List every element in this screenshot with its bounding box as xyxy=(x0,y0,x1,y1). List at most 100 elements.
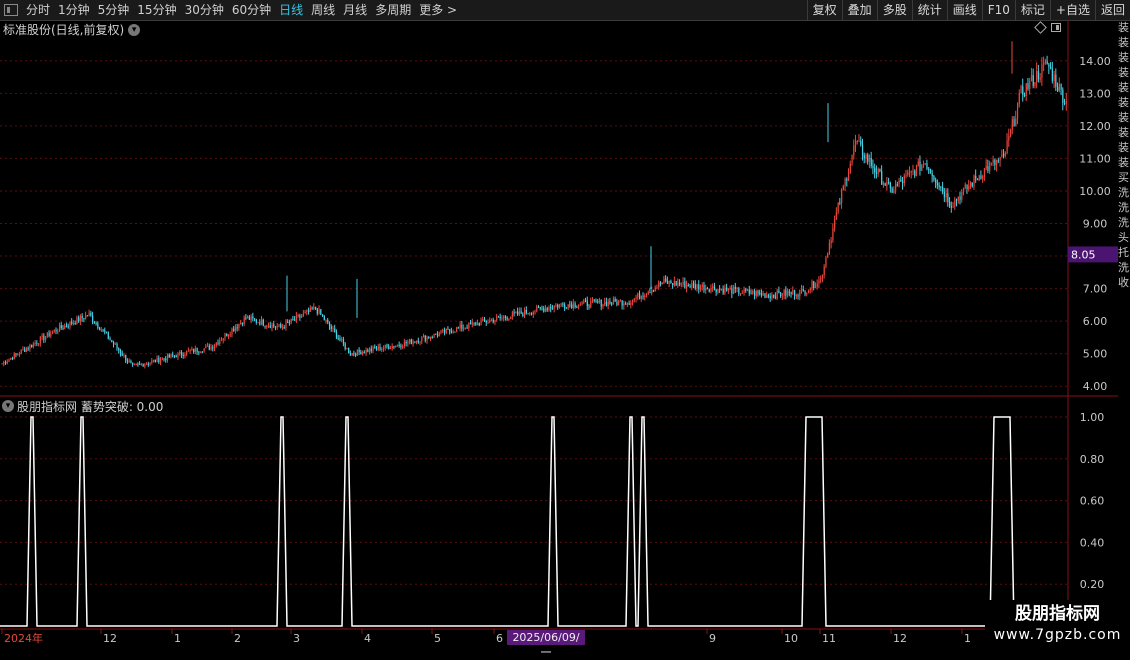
candle-body xyxy=(618,300,620,305)
price-tick-label: 12.00 xyxy=(1079,120,1111,133)
candle-body xyxy=(358,349,360,352)
candle-body xyxy=(461,324,463,329)
candle-body xyxy=(807,290,810,294)
candle-body xyxy=(20,349,22,354)
candle-body xyxy=(90,312,92,316)
right-side-panel[interactable]: 装装装装装装装装装装买洗洗洗头托洗收 xyxy=(1118,20,1130,630)
candle-body xyxy=(65,325,68,327)
candle-body xyxy=(703,284,705,291)
candle-body xyxy=(529,313,531,315)
candle-body xyxy=(639,293,641,299)
candle-body xyxy=(853,145,855,156)
signal-line xyxy=(0,416,1068,627)
candle-body xyxy=(966,184,968,189)
candle-body xyxy=(781,295,784,297)
candle-body xyxy=(607,301,609,306)
candle-body xyxy=(715,289,717,293)
candle-body xyxy=(919,161,921,171)
candle-body xyxy=(294,319,296,321)
candle-body xyxy=(447,328,449,330)
candle-body xyxy=(419,341,421,343)
candle-body xyxy=(360,351,362,355)
candle-body xyxy=(574,303,576,308)
chevron-down-icon[interactable]: ▾ xyxy=(2,400,14,412)
candle-body xyxy=(210,347,212,350)
candle-body xyxy=(471,322,473,325)
candle-body xyxy=(323,316,325,321)
candle-body xyxy=(450,331,453,333)
candle-body xyxy=(679,282,681,285)
candle-body xyxy=(954,199,956,207)
candle-body xyxy=(487,322,489,324)
candle-body xyxy=(870,157,872,167)
candle-body xyxy=(238,323,240,328)
candle-body xyxy=(362,352,364,355)
candle-body xyxy=(281,327,284,329)
candle-body xyxy=(734,287,737,289)
candle-body xyxy=(349,353,352,356)
candle-body xyxy=(1015,118,1017,127)
candle-body xyxy=(233,328,235,331)
candle-body xyxy=(787,291,789,296)
candle-body xyxy=(477,322,479,326)
candle-body xyxy=(10,357,12,360)
candle-body xyxy=(1043,63,1045,65)
candle-body xyxy=(882,183,885,185)
candle-body xyxy=(632,299,634,303)
candle-body xyxy=(693,283,695,285)
candle-body xyxy=(308,310,310,312)
price-tick-label: 14.00 xyxy=(1079,55,1111,68)
candle-body xyxy=(680,284,683,286)
candle-body xyxy=(88,312,90,317)
candle-body xyxy=(189,350,191,352)
candle-body xyxy=(863,155,865,159)
candle-body xyxy=(187,350,190,352)
candle-body xyxy=(813,281,815,288)
candle-body xyxy=(196,348,198,352)
candle-body xyxy=(553,305,555,309)
candle-body xyxy=(792,290,794,294)
candle-body xyxy=(1064,103,1066,105)
candle-body xyxy=(907,172,909,175)
candle-body xyxy=(668,280,670,284)
candle-body xyxy=(947,193,949,202)
candle-body xyxy=(1041,64,1043,78)
current-price-label: 8.05 xyxy=(1071,248,1096,261)
candle-body xyxy=(191,348,193,351)
candle-body xyxy=(814,286,817,288)
candle-body xyxy=(269,325,271,328)
candle-body xyxy=(842,185,845,190)
candle-body xyxy=(722,288,724,294)
candle-body xyxy=(557,305,559,308)
candle-body xyxy=(743,288,745,293)
candle-body xyxy=(774,296,777,299)
candle-body xyxy=(85,315,87,319)
candle-body xyxy=(328,322,331,327)
candle-body xyxy=(146,363,148,365)
candle-body xyxy=(616,301,618,305)
candle-body xyxy=(891,187,893,193)
candle-body xyxy=(220,340,223,342)
candle-body xyxy=(13,353,15,360)
candle-body xyxy=(140,364,143,366)
candle-body xyxy=(494,320,496,323)
candle-body xyxy=(560,303,562,305)
candle-body xyxy=(46,332,48,337)
candle-body xyxy=(776,290,778,299)
candle-body xyxy=(699,287,702,290)
date-label: 1 xyxy=(174,632,181,645)
candle-body xyxy=(250,316,252,320)
candle-body xyxy=(429,337,432,339)
candle-body xyxy=(1010,129,1012,136)
candle-body xyxy=(1013,119,1015,127)
candle-body xyxy=(264,325,266,327)
candle-body xyxy=(649,292,651,294)
candle-body xyxy=(320,309,322,315)
candle-body xyxy=(783,290,785,296)
candle-body xyxy=(128,361,130,363)
candle-body xyxy=(818,279,820,284)
candle-body xyxy=(62,328,64,330)
candle-body xyxy=(184,354,186,356)
candle-body xyxy=(936,182,939,186)
candle-body xyxy=(997,160,1000,162)
